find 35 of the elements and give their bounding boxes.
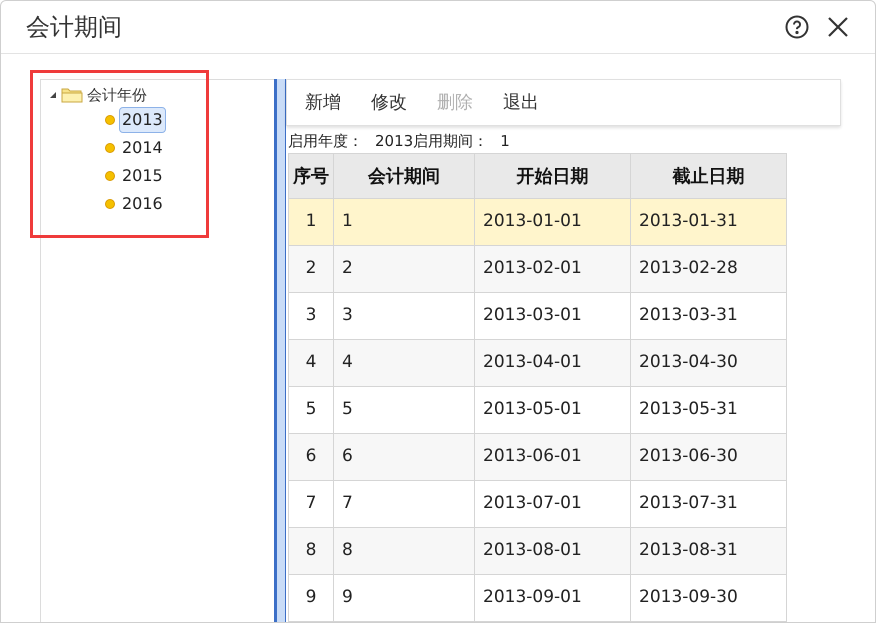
table-row[interactable]: 3 3 2013-03-01 2013-03-31 xyxy=(289,293,787,340)
folder-icon xyxy=(61,87,83,103)
tree-item[interactable]: 2016 xyxy=(119,191,166,217)
tree-item[interactable]: 2013 xyxy=(119,107,166,133)
help-icon[interactable] xyxy=(785,15,809,39)
table-row[interactable]: 7 7 2013-07-01 2013-07-31 xyxy=(289,481,787,528)
table-row[interactable]: 2 2 2013-02-01 2013-02-28 xyxy=(289,246,787,293)
table-row[interactable]: 5 5 2013-05-01 2013-05-31 xyxy=(289,387,787,434)
tree-node-label[interactable]: 会计年份 xyxy=(87,84,147,106)
table-row[interactable]: 9 9 2013-09-01 2013-09-30 xyxy=(289,575,787,622)
year-dot-icon xyxy=(105,143,115,153)
info-label: 启用年度： xyxy=(288,130,363,152)
year-dot-icon xyxy=(105,199,115,209)
toolbar-button[interactable]: 修改 xyxy=(371,89,407,116)
close-icon[interactable] xyxy=(827,16,849,38)
toolbar-button[interactable]: 退出 xyxy=(503,89,539,116)
table-row[interactable]: 4 4 2013-04-01 2013-04-30 xyxy=(289,340,787,387)
toolbar-button[interactable]: 新增 xyxy=(305,89,341,116)
table-cell: 2013-09-30 xyxy=(631,575,787,622)
info-label: 启用期间： xyxy=(413,130,488,152)
table-cell: 9 xyxy=(289,575,334,622)
table-row[interactable]: 8 8 2013-08-01 2013-08-31 xyxy=(289,528,787,575)
table-cell: 9 xyxy=(334,575,475,622)
expand-arrow-icon[interactable] xyxy=(49,91,57,99)
tree-item[interactable]: 2014 xyxy=(119,135,166,161)
table-row[interactable]: 1 1 2013-01-01 2013-01-31 xyxy=(289,199,787,246)
info-value: 2013 xyxy=(375,130,414,152)
year-dot-icon xyxy=(105,171,115,181)
table-cell: 2013-09-01 xyxy=(475,575,631,622)
window-title: 会计期间 xyxy=(26,12,122,43)
splitter-bar[interactable] xyxy=(274,79,286,622)
year-dot-icon xyxy=(105,115,115,125)
table-row[interactable]: 6 6 2013-06-01 2013-06-30 xyxy=(289,434,787,481)
info-value: 1 xyxy=(500,130,510,152)
tree-item[interactable]: 2015 xyxy=(119,163,166,189)
